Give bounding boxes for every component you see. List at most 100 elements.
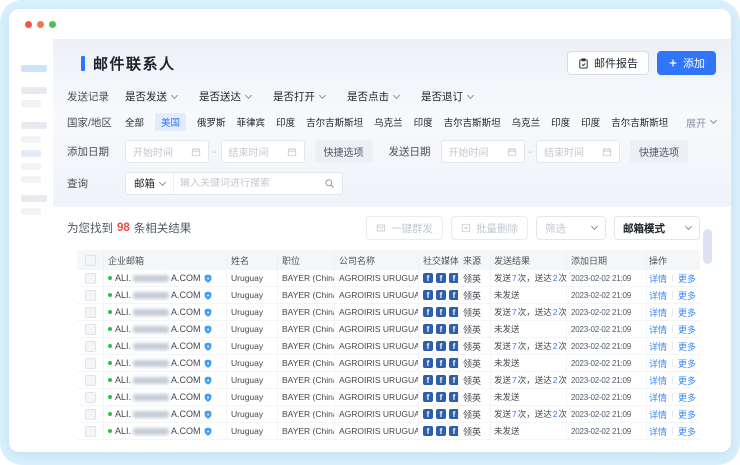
facebook-icon[interactable]: f <box>436 290 446 300</box>
country-option[interactable]: 俄罗斯 <box>197 115 226 129</box>
add-button[interactable]: 添加 <box>657 51 716 75</box>
mailbox-mode-select[interactable]: 邮箱模式 <box>614 216 700 240</box>
country-option[interactable]: 美国 <box>155 113 186 131</box>
facebook-icon[interactable]: f <box>436 341 446 351</box>
more-link[interactable]: 更多 <box>678 340 700 353</box>
window-close-button[interactable] <box>25 21 32 28</box>
facebook-icon[interactable]: f <box>449 409 459 419</box>
send-date-start-input[interactable]: 开始时间 <box>441 140 525 163</box>
facebook-icon[interactable]: f <box>449 375 459 385</box>
detail-link[interactable]: 详情 <box>649 272 667 285</box>
more-link[interactable]: 更多 <box>678 306 700 319</box>
send-date-end-input[interactable]: 结束时间 <box>536 140 620 163</box>
country-option[interactable]: 乌克兰 <box>512 115 541 129</box>
facebook-icon[interactable]: f <box>436 375 446 385</box>
country-option[interactable]: 吉尔吉斯斯坦 <box>611 115 668 129</box>
detail-link[interactable]: 详情 <box>649 408 667 421</box>
facebook-icon[interactable]: f <box>449 290 459 300</box>
scrollbar-thumb[interactable] <box>703 229 712 264</box>
expand-toggle[interactable]: 展开 <box>686 115 716 130</box>
more-link[interactable]: 更多 <box>678 408 700 421</box>
facebook-icon[interactable]: f <box>423 324 433 334</box>
facebook-icon[interactable]: f <box>436 324 446 334</box>
country-option[interactable]: 全部 <box>125 115 144 129</box>
row-checkbox[interactable] <box>85 273 96 284</box>
facebook-icon[interactable]: f <box>449 392 459 402</box>
add-date-start-input[interactable]: 开始时间 <box>125 140 209 163</box>
search-input[interactable] <box>174 178 324 189</box>
country-option[interactable]: 吉尔吉斯斯坦 <box>306 115 363 129</box>
row-checkbox[interactable] <box>85 358 96 369</box>
row-checkbox[interactable] <box>85 341 96 352</box>
bulk-delete-button[interactable]: 批量删除 <box>451 216 528 240</box>
country-option[interactable]: 印度 <box>276 115 295 129</box>
more-link[interactable]: 更多 <box>678 272 700 285</box>
country-option[interactable]: 印度 <box>414 115 433 129</box>
window-maximize-button[interactable] <box>49 21 56 28</box>
more-link[interactable]: 更多 <box>678 357 700 370</box>
row-checkbox[interactable] <box>85 426 96 437</box>
facebook-icon[interactable]: f <box>436 392 446 402</box>
row-checkbox[interactable] <box>85 307 96 318</box>
detail-link[interactable]: 详情 <box>649 340 667 353</box>
detail-link[interactable]: 详情 <box>649 357 667 370</box>
more-link[interactable]: 更多 <box>678 425 700 438</box>
country-option[interactable]: 印度 <box>551 115 570 129</box>
country-option[interactable]: 吉尔吉斯斯坦 <box>444 115 501 129</box>
facebook-icon[interactable]: f <box>449 307 459 317</box>
facebook-icon[interactable]: f <box>423 307 433 317</box>
detail-link[interactable]: 详情 <box>649 391 667 404</box>
row-checkbox[interactable] <box>85 324 96 335</box>
select-all-checkbox[interactable] <box>85 255 96 266</box>
facebook-icon[interactable]: f <box>423 290 433 300</box>
filter-dropdown[interactable]: 是否点击 <box>347 89 399 104</box>
add-date-quick-options-button[interactable]: 快捷选项 <box>315 140 373 163</box>
row-checkbox[interactable] <box>85 290 96 301</box>
country-option[interactable]: 乌克兰 <box>374 115 403 129</box>
more-link[interactable]: 更多 <box>678 289 700 302</box>
facebook-icon[interactable]: f <box>423 358 433 368</box>
detail-link[interactable]: 详情 <box>649 323 667 336</box>
detail-link[interactable]: 详情 <box>649 289 667 302</box>
filter-dropdown[interactable]: 是否打开 <box>273 89 325 104</box>
facebook-icon[interactable]: f <box>423 341 433 351</box>
detail-link[interactable]: 详情 <box>649 425 667 438</box>
country-option[interactable]: 印度 <box>581 115 600 129</box>
bulk-send-button[interactable]: 一键群发 <box>366 216 443 240</box>
facebook-icon[interactable]: f <box>423 392 433 402</box>
country-option[interactable]: 菲律宾 <box>237 115 266 129</box>
filter-dropdown[interactable]: 是否退订 <box>421 89 473 104</box>
facebook-icon[interactable]: f <box>436 273 446 283</box>
facebook-icon[interactable]: f <box>449 324 459 334</box>
facebook-icon[interactable]: f <box>423 409 433 419</box>
more-link[interactable]: 更多 <box>678 391 700 404</box>
filter-dropdown[interactable]: 是否送达 <box>199 89 251 104</box>
facebook-icon[interactable]: f <box>449 341 459 351</box>
end-placeholder: 结束时间 <box>229 144 269 159</box>
more-link[interactable]: 更多 <box>678 374 700 387</box>
row-checkbox[interactable] <box>85 392 96 403</box>
facebook-icon[interactable]: f <box>449 426 459 436</box>
row-checkbox[interactable] <box>85 375 96 386</box>
row-checkbox[interactable] <box>85 409 96 420</box>
facebook-icon[interactable]: f <box>423 426 433 436</box>
facebook-icon[interactable]: f <box>449 273 459 283</box>
facebook-icon[interactable]: f <box>423 273 433 283</box>
facebook-icon[interactable]: f <box>449 358 459 368</box>
search-icon[interactable] <box>324 178 335 189</box>
facebook-icon[interactable]: f <box>436 358 446 368</box>
detail-link[interactable]: 详情 <box>649 306 667 319</box>
query-type-select[interactable]: 邮箱 <box>126 173 174 194</box>
facebook-icon[interactable]: f <box>423 375 433 385</box>
facebook-icon[interactable]: f <box>436 409 446 419</box>
mail-report-button[interactable]: 邮件报告 <box>567 51 649 75</box>
window-minimize-button[interactable] <box>37 21 44 28</box>
facebook-icon[interactable]: f <box>436 426 446 436</box>
detail-link[interactable]: 详情 <box>649 374 667 387</box>
send-date-quick-options-button[interactable]: 快捷选项 <box>630 140 688 163</box>
add-date-end-input[interactable]: 结束时间 <box>221 140 305 163</box>
filter-select[interactable]: 筛选 <box>536 216 606 240</box>
more-link[interactable]: 更多 <box>678 323 700 336</box>
facebook-icon[interactable]: f <box>436 307 446 317</box>
filter-dropdown[interactable]: 是否发送 <box>125 89 177 104</box>
